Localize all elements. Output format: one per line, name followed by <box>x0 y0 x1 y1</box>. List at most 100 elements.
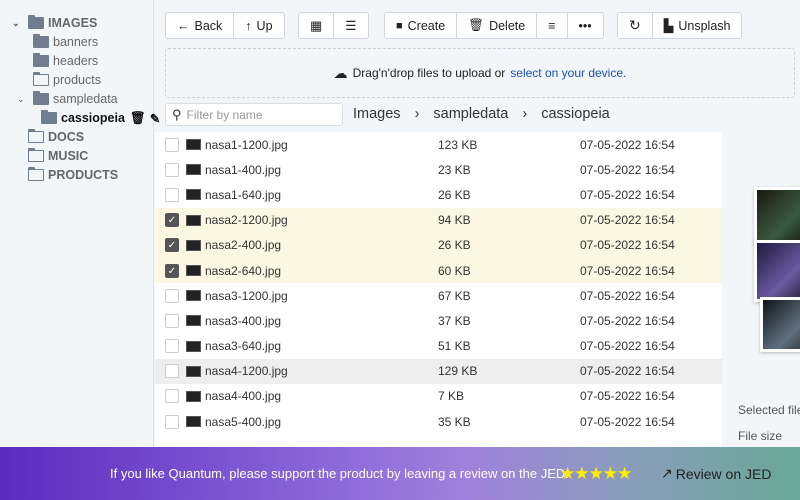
refresh-icon: ↻ <box>629 17 641 33</box>
file-date: 07-05-2022 16:54 <box>580 288 675 303</box>
chevron-right-icon: › <box>522 106 528 122</box>
filter-input[interactable]: ⚲ Filter by name <box>165 103 343 126</box>
file-date: 07-05-2022 16:54 <box>580 213 675 228</box>
list-icon: ☰ <box>345 19 357 33</box>
unsplash-icon: ▙ <box>663 19 674 33</box>
file-row[interactable]: nasa3-1200.jpg 67 KB 07-05-2022 16:54 <box>155 283 722 308</box>
checkbox[interactable] <box>165 313 179 328</box>
file-name: nasa4-1200.jpg <box>205 364 288 379</box>
file-row[interactable]: nasa4-400.jpg 7 KB 07-05-2022 16:54 <box>155 384 722 409</box>
file-size-label: File size <box>738 429 783 443</box>
breadcrumb: Images › sampledata › cassiopeia <box>353 106 610 122</box>
checkbox[interactable] <box>165 288 179 303</box>
tree-item[interactable]: cassiopeia 🗑 ✎ <box>41 109 160 127</box>
review-banner: If you like Quantum, please support the … <box>0 447 800 500</box>
trash-icon: 🗑 <box>468 18 485 32</box>
file-date: 07-05-2022 16:54 <box>580 162 675 177</box>
tree-item[interactable]: MUSIC <box>27 147 89 165</box>
filter-button[interactable]: ≡ <box>537 13 568 38</box>
folder-tree: ⌄ IMAGES banners headers products ⌄ sampledata… <box>0 0 160 447</box>
file-date: 07-05-2022 16:54 <box>580 389 675 404</box>
tree-item-label: PRODUCTS <box>48 168 119 182</box>
select-device-link[interactable]: select on your device. <box>510 66 626 80</box>
file-row[interactable]: nasa3-640.jpg 51 KB 07-05-2022 16:54 <box>155 334 722 359</box>
thumbnail-image <box>186 340 201 352</box>
checkbox[interactable]: ✓ <box>165 213 179 228</box>
checkbox[interactable]: ✓ <box>165 263 179 278</box>
breadcrumb-item[interactable]: sampledata <box>433 106 508 122</box>
external-link-icon: ↗ <box>661 465 673 481</box>
breadcrumb-item[interactable]: Images <box>353 106 401 122</box>
list-view-button[interactable]: ☰ <box>334 13 367 38</box>
refresh-button[interactable]: ↻ <box>618 13 653 38</box>
up-button[interactable]: ↑ Up <box>234 13 283 38</box>
thumbnail-image <box>186 315 201 327</box>
view-group: ▦ ☰ <box>298 12 369 39</box>
pencil-icon[interactable]: ✎ <box>150 111 160 126</box>
extra-group: ↻ ▙ Unsplash <box>617 12 743 39</box>
unsplash-button[interactable]: ▙ Unsplash <box>653 13 742 38</box>
folder-icon <box>27 147 44 162</box>
back-button[interactable]: ← Back <box>166 13 235 38</box>
file-date: 07-05-2022 16:54 <box>580 187 675 202</box>
trash-icon[interactable]: 🗑 <box>130 111 146 126</box>
folder-icon <box>32 71 49 86</box>
file-row[interactable]: ✓ nasa2-400.jpg 26 KB 07-05-2022 16:54 <box>155 232 722 258</box>
checkbox[interactable]: ✓ <box>165 238 179 253</box>
preview-panel: Selected file File size <box>722 132 800 447</box>
arrow-left-icon: ← <box>177 18 190 33</box>
checkbox[interactable] <box>165 364 179 379</box>
file-size: 7 KB <box>438 389 465 404</box>
file-row[interactable]: ✓ nasa2-1200.jpg 94 KB 07-05-2022 16:54 <box>155 207 722 233</box>
file-row[interactable]: nasa5-400.jpg 35 KB 07-05-2022 16:54 <box>155 409 722 434</box>
file-size: 26 KB <box>438 187 471 202</box>
checkbox[interactable] <box>165 137 179 152</box>
thumbnail-image <box>186 214 201 226</box>
selected-file-label: Selected file <box>738 403 800 417</box>
review-link[interactable]: ↗ Review on JED <box>661 465 771 482</box>
grid-view-button[interactable]: ▦ <box>299 13 335 38</box>
create-button[interactable]: ■ Create <box>385 13 458 38</box>
file-name: nasa3-640.jpg <box>205 339 282 354</box>
tree-item[interactable]: ⌄ IMAGES <box>12 14 97 32</box>
tree-item[interactable]: ⌄ sampledata <box>17 90 118 108</box>
file-row[interactable]: nasa3-400.jpg 37 KB 07-05-2022 16:54 <box>155 308 722 333</box>
tree-item[interactable]: DOCS <box>27 128 84 146</box>
checkbox[interactable] <box>165 162 179 177</box>
delete-button[interactable]: 🗑 Delete <box>457 13 538 38</box>
checkbox[interactable] <box>165 339 179 354</box>
tree-item[interactable]: PRODUCTS <box>27 166 119 184</box>
chevron-right-icon: › <box>414 106 420 122</box>
tree-item[interactable]: banners <box>33 33 98 51</box>
file-row[interactable]: nasa1-400.jpg 23 KB 07-05-2022 16:54 <box>155 157 722 182</box>
file-name: nasa4-400.jpg <box>205 389 282 404</box>
file-row[interactable]: nasa1-1200.jpg 123 KB 07-05-2022 16:54 <box>155 132 722 157</box>
upload-dropzone[interactable]: ☁ Drag'n'drop files to upload or select … <box>165 48 795 98</box>
file-date: 07-05-2022 16:54 <box>580 339 675 354</box>
checkbox[interactable] <box>165 187 179 202</box>
tree-item-label: MUSIC <box>48 149 89 163</box>
checkbox[interactable] <box>165 389 179 404</box>
thumbnail-image <box>186 239 201 251</box>
file-size: 60 KB <box>438 263 471 278</box>
file-size: 123 KB <box>438 137 478 152</box>
more-button[interactable]: ••• <box>568 13 603 38</box>
breadcrumb-item[interactable]: cassiopeia <box>541 106 610 122</box>
thumbnail-image <box>186 189 201 201</box>
chevron-down-icon[interactable]: ⌄ <box>12 18 22 29</box>
chevron-down-icon[interactable]: ⌄ <box>17 94 27 105</box>
tree-item[interactable]: headers <box>33 52 98 70</box>
search-icon: ⚲ <box>172 106 182 122</box>
file-row[interactable]: nasa1-640.jpg 26 KB 07-05-2022 16:54 <box>155 182 722 207</box>
file-name: nasa3-1200.jpg <box>205 288 288 303</box>
tree-item[interactable]: products <box>32 71 101 89</box>
file-name: nasa3-400.jpg <box>205 313 282 328</box>
file-date: 07-05-2022 16:54 <box>580 313 675 328</box>
folder-icon <box>33 91 49 105</box>
file-row[interactable]: ✓ nasa2-640.jpg 60 KB 07-05-2022 16:54 <box>155 257 722 284</box>
file-size: 23 KB <box>438 162 471 177</box>
folder-icon <box>33 34 49 48</box>
checkbox[interactable] <box>165 414 179 429</box>
file-row[interactable]: nasa4-1200.jpg 129 KB 07-05-2022 16:54 <box>155 358 722 384</box>
cloud-upload-icon: ☁ <box>333 64 348 81</box>
